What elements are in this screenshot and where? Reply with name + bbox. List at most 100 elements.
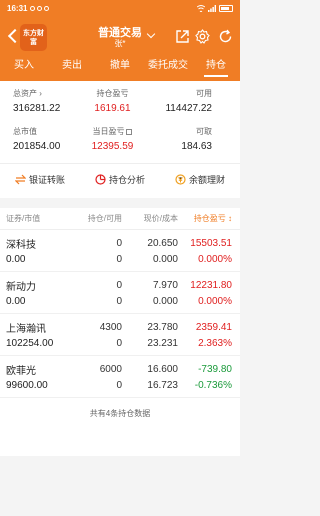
refresh-icon[interactable] (218, 29, 233, 44)
account-summary: 总资产 › 316281.22 持仓盈亏 1619.61 可用 114427.2… (0, 81, 240, 198)
available-qty: 0 (116, 337, 122, 349)
trade-tabs: 买入 卖出 撤单 委托成交 持仓 (0, 58, 240, 81)
position-analysis-button[interactable]: 持仓分析 (80, 173, 160, 186)
col-position: 持仓/可用 (87, 214, 122, 223)
header: 16:31 东方财富 普通交易 张* 买入 卖出 撤单 委托成交 持仓 (0, 0, 240, 81)
tab-sell[interactable]: 卖出 (48, 58, 96, 81)
position-analysis-label: 持仓分析 (108, 175, 145, 185)
col-pnl: 持仓盈亏 (193, 214, 226, 223)
today-pnl-label: 当日盈亏 (92, 127, 125, 136)
share-icon[interactable] (175, 29, 190, 44)
tab-cancel[interactable]: 撤单 (96, 58, 144, 81)
tab-positions[interactable]: 持仓 (192, 58, 240, 81)
pnl-value: 2359.41 (195, 321, 232, 333)
table-body: 深科技 0 20.650 15503.51 0.00 0 0.000 0.000% 新动力 0 7.… (0, 230, 240, 398)
pnl-value: -739.80 (198, 363, 232, 375)
position-qty: 0 (116, 279, 122, 291)
table-footer: 共有4条持仓数据 (89, 409, 151, 418)
status-time: 16:31 (7, 3, 28, 13)
today-pnl-value: 12395.59 (91, 141, 134, 152)
bank-transfer-label: 银证转账 (28, 175, 65, 185)
coin-icon (175, 174, 186, 185)
summary-row: 总资产 › 316281.22 持仓盈亏 1619.61 可用 114427.2… (0, 87, 240, 125)
status-bar: 16:31 (0, 0, 240, 16)
total-assets-label: 总资产 (13, 89, 37, 98)
sort-icon: ↕ (228, 214, 232, 223)
battery-icon (219, 4, 233, 12)
wifi-icon (197, 4, 205, 12)
cost-price: 0.000 (152, 295, 178, 307)
summary-row: 总市值 201854.00 当日盈亏 12395.59 可取 184.63 (0, 125, 240, 163)
pnl-percent: 0.000% (198, 295, 232, 307)
total-assets[interactable]: 总资产 › 316281.22 (0, 87, 79, 125)
notification-icon (44, 5, 50, 11)
withdrawable-label: 可取 (195, 127, 212, 136)
position-qty: 4300 (99, 321, 122, 333)
tab-orders[interactable]: 委托成交 (144, 58, 192, 81)
available-value: 114427.22 (165, 103, 212, 114)
pnl-value: 15503.51 (190, 237, 232, 249)
bank-transfer-button[interactable]: 银证转账 (0, 173, 80, 186)
stock-name: 新动力 (6, 281, 36, 293)
col-pnl-sort[interactable]: 持仓盈亏 ↕ (178, 213, 234, 224)
pie-chart-icon (95, 174, 106, 185)
cost-price: 16.723 (147, 379, 178, 391)
balance-wealth-label: 余额理财 (188, 175, 225, 185)
current-price: 20.650 (147, 237, 178, 249)
cost-price: 0.000 (152, 253, 178, 265)
market-value-label: 总市值 (13, 127, 37, 136)
status-icons-right (197, 4, 233, 12)
title-bar: 东方财富 普通交易 张* (0, 16, 240, 58)
table-row[interactable]: 上海瀚讯 4300 23.780 2359.41 102254.00 0 23.231 2.3… (0, 314, 240, 356)
balance-wealth-button[interactable]: 余额理财 (160, 173, 240, 186)
table-row[interactable]: 欧菲光 6000 16.600 -739.80 99600.00 0 16.723 -0.73… (0, 356, 240, 398)
market-value: 99600.00 (6, 379, 48, 391)
market-value: 总市值 201854.00 (0, 125, 79, 163)
notification-icon (30, 5, 36, 11)
market-value: 0.00 (6, 295, 26, 307)
position-pnl: 持仓盈亏 1619.61 (79, 87, 145, 125)
total-assets-value: 316281.22 (13, 103, 61, 114)
available-qty: 0 (116, 379, 122, 391)
market-value-value: 201854.00 (13, 141, 61, 152)
cost-price: 23.231 (147, 337, 178, 349)
app: 16:31 东方财富 普通交易 张* 买入 卖出 撤单 委托成交 持仓 总资产 … (0, 0, 240, 516)
chevron-right-icon: › (39, 89, 42, 98)
external-link-icon[interactable] (126, 128, 133, 135)
available-label: 可用 (195, 89, 212, 98)
pnl-percent: -0.736% (194, 379, 232, 391)
position-pnl-label: 持仓盈亏 (96, 89, 129, 98)
pnl-value: 12231.80 (190, 279, 232, 291)
status-icons-left (30, 5, 50, 11)
table-header: 证券/市值 持仓/可用 现价/成本 持仓盈亏 ↕ (0, 208, 240, 230)
available-qty: 0 (116, 253, 122, 265)
available: 可用 114427.22 (146, 87, 240, 125)
col-security: 证券/市值 (6, 214, 41, 223)
current-price: 16.600 (147, 363, 178, 375)
quick-actions: 银证转账 持仓分析 余额理财 (0, 163, 240, 195)
withdrawable: 可取 184.63 (146, 125, 240, 163)
notification-icon (37, 5, 43, 11)
position-qty: 6000 (99, 363, 122, 375)
gear-icon[interactable] (195, 29, 210, 44)
tab-buy[interactable]: 买入 (0, 58, 48, 81)
table-row[interactable]: 深科技 0 20.650 15503.51 0.00 0 0.000 0.000% (0, 230, 240, 272)
withdrawable-value: 184.63 (181, 141, 212, 152)
current-price: 7.970 (152, 279, 178, 291)
transfer-icon (14, 174, 26, 185)
available-qty: 0 (116, 295, 122, 307)
position-pnl-value: 1619.61 (94, 103, 131, 114)
stock-name: 深科技 (6, 239, 36, 251)
market-value: 102254.00 (6, 337, 54, 349)
stock-name: 上海瀚讯 (6, 323, 46, 335)
position-qty: 0 (116, 237, 122, 249)
current-price: 23.780 (147, 321, 178, 333)
signal-icon (208, 4, 216, 12)
market-value: 0.00 (6, 253, 26, 265)
today-pnl[interactable]: 当日盈亏 12395.59 (79, 125, 145, 163)
pnl-percent: 0.000% (198, 253, 232, 265)
pnl-percent: 2.363% (198, 337, 232, 349)
stock-name: 欧菲光 (6, 365, 36, 377)
table-row[interactable]: 新动力 0 7.970 12231.80 0.00 0 0.000 0.000% (0, 272, 240, 314)
holdings-table: 证券/市值 持仓/可用 现价/成本 持仓盈亏 ↕ 深科技 0 20.650 15503… (0, 208, 240, 456)
